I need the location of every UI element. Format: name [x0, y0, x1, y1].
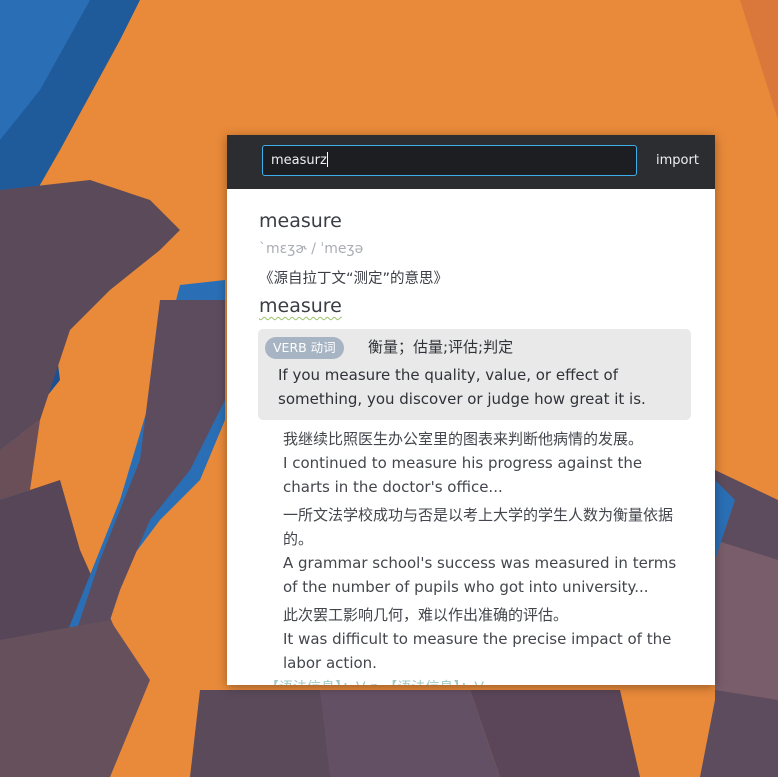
search-input-text: measurz — [271, 153, 327, 168]
text-cursor — [326, 152, 328, 167]
dictionary-popup: measurz import measure ˋmɛʒɚ / ˈmeʒə 《源自… — [227, 135, 715, 685]
sense-block: VERB 动词 衡量；估量;评估;判定 If you measure the q… — [258, 329, 691, 420]
pos-badge: VERB 动词 — [265, 337, 344, 359]
headword: measure — [259, 210, 342, 232]
example-en: A grammar school's success was measured … — [283, 554, 677, 596]
entry-headword: measure — [259, 295, 342, 317]
etymology: 《源自拉丁文“测定”的意思》 — [259, 271, 449, 287]
sense-definition: If you measure the quality, value, or ef… — [278, 366, 646, 408]
example-cn: 我继续比照医生办公室里的图表来判断他病情的发展。 — [283, 430, 644, 448]
definition-panel: measure ˋmɛʒɚ / ˈmeʒə 《源自拉丁文“测定”的意思》 mea… — [227, 189, 715, 685]
sense-translation: 衡量；估量;评估;判定 — [368, 338, 514, 356]
search-input[interactable]: measurz — [262, 145, 637, 176]
example-en: It was difficult to measure the precise … — [283, 630, 672, 672]
example-cn: 此次罢工影响几何，难以作出准确的评估。 — [283, 606, 569, 624]
example-cn: 一所文法学校成功与否是以考上大学的学生人数为衡量依据的。 — [283, 506, 674, 548]
grammar-info: 【语法信息】：V n 【语法信息】：V — [265, 677, 484, 685]
example-en: I continued to measure his progress agai… — [283, 454, 643, 496]
import-button[interactable]: import — [656, 153, 699, 168]
phonetic: ˋmɛʒɚ / ˈmeʒə — [259, 241, 364, 257]
popup-toolbar: measurz import — [227, 135, 715, 189]
